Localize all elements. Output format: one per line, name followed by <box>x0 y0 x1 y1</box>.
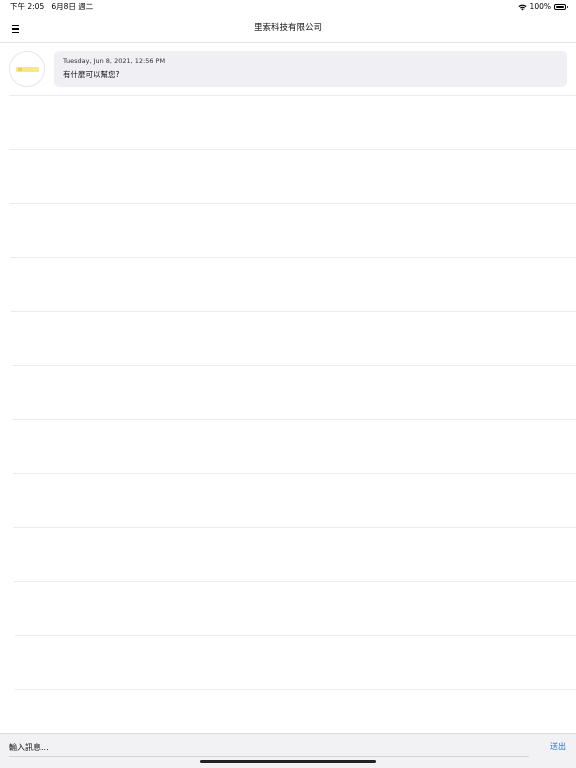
company-logo-icon <box>16 67 39 72</box>
message-timestamp: Tuesday, Jun 8, 2021, 12:56 PM <box>63 57 166 65</box>
chat-screen: 下午 2:05 6月8日 週二 100% 里索科技有限公司 Tuesday, J… <box>0 0 576 768</box>
row-divider <box>13 473 576 474</box>
row-divider <box>9 149 576 150</box>
nav-bar: 里索科技有限公司 <box>0 14 576 43</box>
status-right-cluster: 100% <box>518 0 568 14</box>
row-divider <box>15 689 576 690</box>
send-button[interactable]: 送出 <box>550 738 566 756</box>
page-title: 里索科技有限公司 <box>253 23 322 33</box>
battery-percent: 100% <box>529 2 551 11</box>
message-bubble: Tuesday, Jun 8, 2021, 12:56 PM 有什麼可以幫您? <box>54 51 567 87</box>
row-divider <box>11 311 576 312</box>
row-divider <box>9 95 576 96</box>
row-divider <box>13 527 576 528</box>
row-divider <box>10 257 576 258</box>
message-input[interactable] <box>9 738 529 757</box>
row-divider <box>12 365 576 366</box>
status-time-date: 下午 2:05 6月8日 週二 <box>10 2 94 11</box>
row-divider <box>12 419 576 420</box>
wifi-icon <box>518 4 527 10</box>
status-bar: 下午 2:05 6月8日 週二 100% <box>0 0 576 14</box>
row-divider <box>14 581 576 582</box>
battery-fill <box>556 6 564 8</box>
battery-icon <box>554 4 568 10</box>
company-avatar <box>9 51 45 87</box>
row-divider <box>10 203 576 204</box>
home-indicator[interactable] <box>200 760 376 763</box>
battery-tip <box>566 6 568 8</box>
chat-message-list[interactable]: Tuesday, Jun 8, 2021, 12:56 PM 有什麼可以幫您? <box>0 43 576 733</box>
row-divider <box>15 635 576 636</box>
message-text: 有什麼可以幫您? <box>63 70 120 79</box>
message-row: Tuesday, Jun 8, 2021, 12:56 PM 有什麼可以幫您? <box>0 43 576 95</box>
